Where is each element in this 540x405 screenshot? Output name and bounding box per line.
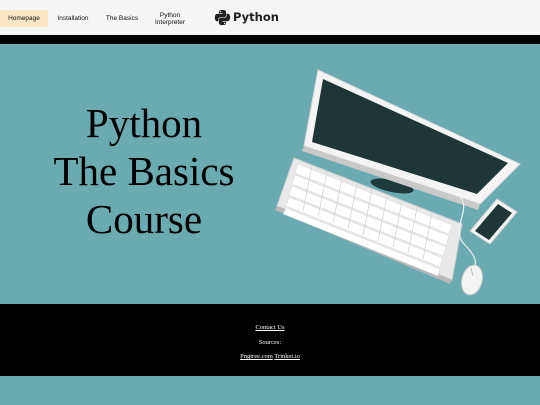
pngtree-link[interactable]: Pngtree.com (240, 353, 273, 360)
python-logo[interactable]: Python (214, 6, 279, 28)
nav-homepage[interactable]: Homepage (0, 10, 48, 27)
hero-title-line-2: The Basics (53, 148, 235, 194)
hero-section: Python The Basics Course (0, 44, 540, 304)
nav-python-interpreter[interactable]: Python Interpreter (152, 10, 188, 27)
mouse-icon (461, 264, 483, 296)
hero-title-line-1: Python (85, 100, 203, 146)
computer-illustration (275, 69, 521, 296)
logo-text: Python (233, 10, 279, 24)
page-bottom-area (0, 376, 540, 405)
nav-the-basics[interactable]: The Basics (102, 10, 142, 27)
hero-title-line-3: Course (85, 196, 203, 242)
nav-installation[interactable]: Installation (52, 10, 94, 27)
hero-title: Python The Basics Course (34, 99, 254, 243)
python-icon (214, 9, 231, 25)
contact-us-link[interactable]: Contact Us (255, 324, 284, 331)
trinket-link[interactable]: Trinket.io (274, 353, 300, 360)
footer: Contact Us Sources: Pngtree.com Trinket.… (0, 304, 540, 376)
header-divider-band (0, 35, 540, 44)
top-nav: Homepage Installation The Basics Python … (0, 0, 540, 35)
sources-label: Sources: (258, 339, 282, 346)
